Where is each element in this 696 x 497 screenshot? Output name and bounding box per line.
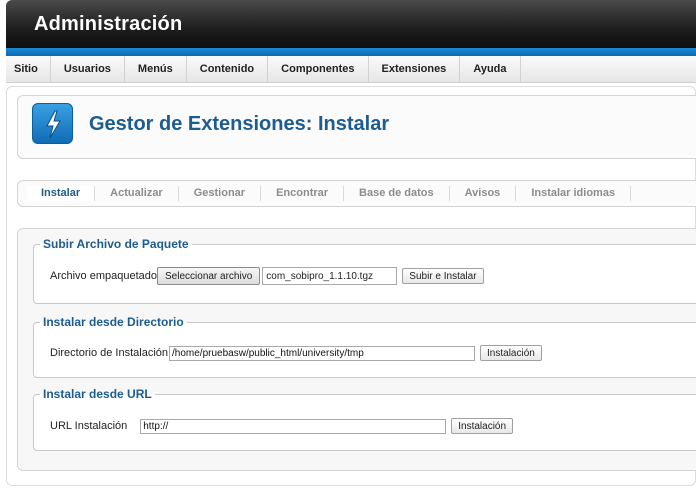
tab-encontrar[interactable]: Encontrar bbox=[261, 186, 345, 201]
install-url-label: URL Instalación bbox=[50, 420, 128, 432]
tab-gestionar[interactable]: Gestionar bbox=[179, 186, 262, 201]
page-header: Gestor de Extensiones: Instalar bbox=[17, 95, 696, 159]
tab-avisos[interactable]: Avisos bbox=[450, 186, 517, 201]
install-url-row: URL Instalación http:// Instalación bbox=[50, 418, 514, 434]
install-directory-input[interactable]: /home/pruebasw/public_html/university/tm… bbox=[169, 345, 476, 361]
admin-header: Administración bbox=[6, 0, 696, 52]
menu-item-sitio[interactable]: Sitio bbox=[6, 56, 51, 82]
install-directory-legend: Instalar desde Directorio bbox=[43, 315, 184, 329]
menu-item-usuarios[interactable]: Usuarios bbox=[51, 56, 125, 82]
tab-base-de-datos[interactable]: Base de datos bbox=[344, 186, 450, 201]
tab-instalar[interactable]: Instalar bbox=[27, 186, 96, 201]
submenu-tabs: Instalar Actualizar Gestionar Encontrar … bbox=[17, 180, 696, 207]
menu-item-componentes[interactable]: Componentes bbox=[268, 56, 369, 82]
selected-file-name: com_sobipro_1.1.10.tgz bbox=[262, 267, 398, 285]
upload-package-row: Archivo empaquetado Seleccionar archivo … bbox=[50, 267, 484, 285]
install-directory-button[interactable]: Instalación bbox=[480, 345, 542, 361]
menu-item-ayuda[interactable]: Ayuda bbox=[460, 56, 521, 82]
upload-package-legend: Subir Archivo de Paquete bbox=[43, 237, 189, 251]
install-directory-label: Directorio de Instalación bbox=[50, 347, 169, 359]
install-url-input[interactable]: http:// bbox=[140, 418, 447, 434]
lightning-bolt-icon bbox=[32, 103, 73, 144]
menu-item-extensiones[interactable]: Extensiones bbox=[369, 56, 461, 82]
upload-package-fieldset: Subir Archivo de Paquete Archivo empaque… bbox=[33, 237, 696, 304]
install-url-legend: Instalar desde URL bbox=[43, 387, 152, 401]
choose-file-button[interactable]: Seleccionar archivo bbox=[157, 267, 261, 285]
upload-install-button[interactable]: Subir e Instalar bbox=[402, 268, 484, 284]
menu-item-contenido[interactable]: Contenido bbox=[187, 56, 269, 82]
header-accent-bar bbox=[6, 48, 696, 56]
install-directory-fieldset: Instalar desde Directorio Directorio de … bbox=[33, 315, 696, 378]
tab-actualizar[interactable]: Actualizar bbox=[95, 186, 179, 201]
menu-item-menus[interactable]: Menús bbox=[125, 56, 187, 82]
tab-instalar-idiomas[interactable]: Instalar idiomas bbox=[516, 186, 632, 201]
package-file-label: Archivo empaquetado bbox=[50, 270, 158, 282]
install-url-fieldset: Instalar desde URL URL Instalación http:… bbox=[33, 387, 696, 451]
install-directory-row: Directorio de Instalación /home/pruebasw… bbox=[50, 345, 542, 361]
app-title: Administración bbox=[34, 13, 183, 35]
page-title: Gestor de Extensiones: Instalar bbox=[89, 113, 390, 135]
install-panel: Subir Archivo de Paquete Archivo empaque… bbox=[17, 228, 696, 471]
main-menu: Sitio Usuarios Menús Contenido Component… bbox=[6, 56, 696, 83]
install-url-button[interactable]: Instalación bbox=[451, 418, 514, 434]
